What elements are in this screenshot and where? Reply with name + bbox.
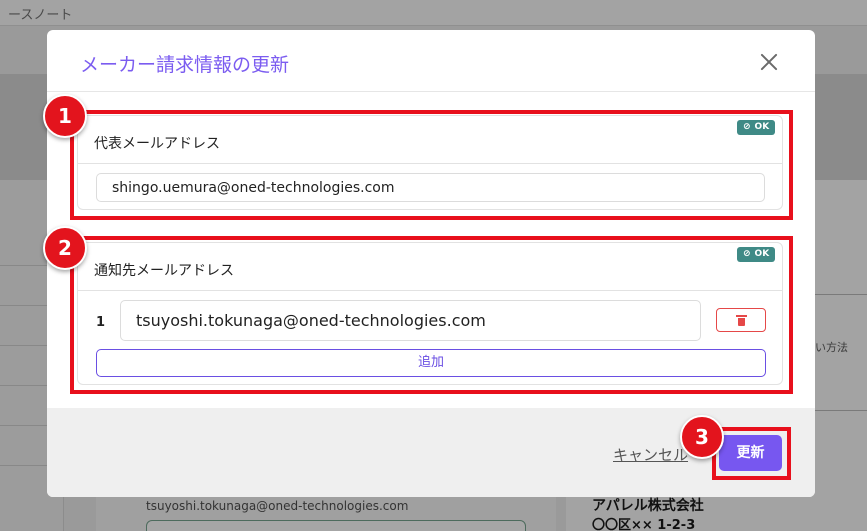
background-input bbox=[146, 520, 526, 531]
background-company-name: アパレル株式会社 bbox=[592, 498, 704, 514]
annotation-marker-2: 2 bbox=[43, 226, 87, 270]
background-right-text: い方法 bbox=[815, 341, 848, 354]
background-topbar: ースノート bbox=[0, 0, 867, 26]
background-topbar-text: ースノート bbox=[8, 8, 73, 23]
modal-header: メーカー請求情報の更新 bbox=[47, 30, 815, 92]
background-email-text: tsuyoshi.tokunaga@oned-technologies.com bbox=[146, 499, 409, 513]
cancel-button[interactable]: キャンセル bbox=[613, 444, 688, 465]
highlight-box-1 bbox=[70, 110, 793, 220]
annotation-marker-3: 3 bbox=[680, 415, 724, 459]
annotation-marker-1: 1 bbox=[43, 94, 87, 138]
background-address: 〇〇区×× 1-2-3 bbox=[592, 518, 696, 531]
close-icon[interactable] bbox=[757, 50, 781, 74]
highlight-box-2 bbox=[70, 236, 793, 394]
modal-title: メーカー請求情報の更新 bbox=[80, 54, 290, 76]
